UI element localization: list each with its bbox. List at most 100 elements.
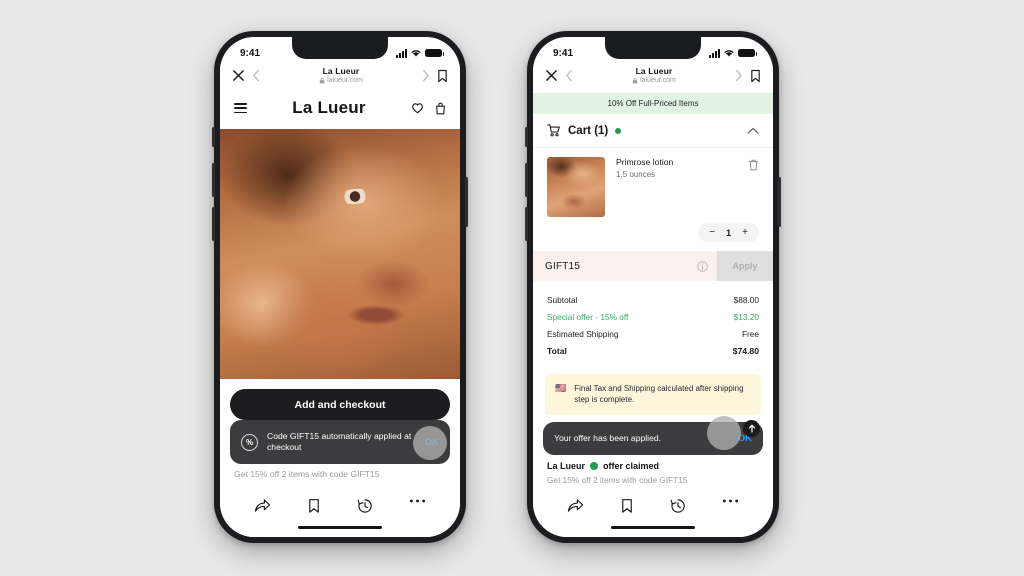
site-host: lalueur.com bbox=[327, 76, 363, 84]
browser-chrome-bar: La Lueur lalueur.com bbox=[220, 63, 460, 94]
bookmark-icon[interactable] bbox=[437, 69, 448, 83]
claim-title-row: La Lueur offer claimed bbox=[547, 461, 759, 471]
discount-code-row: GIFT15 Apply bbox=[533, 251, 773, 282]
toast-message: Your offer has been applied. bbox=[554, 432, 662, 443]
tax-note-text: Final Tax and Shipping calculated after … bbox=[574, 384, 744, 405]
summary-label: Total bbox=[547, 346, 567, 357]
phone-left: 9:41 La Lueur lalueur.com La Lueur Add a… bbox=[212, 31, 468, 543]
notch bbox=[292, 37, 388, 59]
address-bar[interactable]: La Lueur lalueur.com bbox=[581, 67, 727, 84]
summary-row-subtotal: Subtotal $88.00 bbox=[547, 295, 759, 305]
quantity-stepper[interactable]: − 1 + bbox=[698, 223, 759, 243]
cart-item-name: Primrose lotion bbox=[616, 157, 674, 168]
lock-icon bbox=[319, 77, 325, 84]
primrose-lotion-thumbnail[interactable] bbox=[547, 157, 605, 218]
status-time: 9:41 bbox=[553, 47, 574, 59]
offer-applied-toast: Your offer has been applied. OK bbox=[543, 422, 763, 455]
more-icon[interactable] bbox=[722, 498, 739, 504]
history-icon[interactable] bbox=[670, 498, 686, 514]
claim-detail: Get 15% off 2 items with code GIFT15 bbox=[547, 475, 688, 485]
status-icons bbox=[709, 48, 757, 58]
back-icon[interactable] bbox=[564, 69, 575, 82]
power-button[interactable] bbox=[465, 177, 468, 227]
status-icons bbox=[396, 48, 444, 58]
quantity-value: 1 bbox=[726, 227, 732, 238]
verified-check-icon bbox=[590, 462, 599, 470]
cta-container: Add and checkout bbox=[220, 379, 460, 421]
summary-value: $13.20 bbox=[733, 312, 759, 323]
volume-up-button[interactable] bbox=[212, 163, 215, 197]
scene: 9:41 La Lueur lalueur.com La Lueur Add a… bbox=[0, 0, 1024, 576]
cart-item-info: Primrose lotion 1.5 ounces bbox=[605, 157, 748, 217]
remove-item-button[interactable] bbox=[748, 157, 759, 217]
forward-icon[interactable] bbox=[733, 69, 744, 82]
history-icon[interactable] bbox=[357, 498, 373, 514]
cart-item-size: 1.5 ounces bbox=[616, 170, 656, 180]
offer-applied-toast: % Code GIFT15 automatically applied at c… bbox=[230, 420, 450, 464]
tax-shipping-note: 🇺🇸 Final Tax and Shipping calculated aft… bbox=[545, 374, 761, 415]
wifi-icon bbox=[724, 50, 734, 57]
summary-row-total: Total $74.80 bbox=[547, 346, 759, 356]
phone-right-screen: 9:41 La Lueur lalueur.com 10% Off Full-P… bbox=[533, 37, 773, 537]
lock-icon bbox=[632, 77, 638, 84]
forward-icon[interactable] bbox=[420, 69, 431, 82]
power-button[interactable] bbox=[778, 177, 781, 227]
volume-down-button[interactable] bbox=[525, 207, 528, 241]
cart-status-dot bbox=[615, 127, 622, 134]
address-bar[interactable]: La Lueur lalueur.com bbox=[268, 67, 414, 84]
status-time: 9:41 bbox=[240, 47, 261, 59]
summary-value: $88.00 bbox=[733, 295, 759, 306]
summary-value: Free bbox=[741, 329, 759, 340]
close-icon[interactable] bbox=[545, 69, 558, 82]
signal-bars-icon bbox=[396, 48, 407, 58]
summary-value: $74.80 bbox=[732, 346, 759, 357]
cart-header[interactable]: Cart (1) bbox=[533, 114, 773, 149]
mute-switch[interactable] bbox=[212, 127, 215, 147]
header-icons bbox=[411, 102, 446, 115]
summary-label: Estimated Shipping bbox=[547, 329, 619, 340]
close-icon[interactable] bbox=[232, 69, 245, 82]
discount-code-input[interactable]: GIFT15 bbox=[545, 261, 697, 272]
claim-merchant: La Lueur bbox=[547, 461, 586, 471]
mute-switch[interactable] bbox=[525, 127, 528, 147]
phone-left-screen: 9:41 La Lueur lalueur.com La Lueur Add a… bbox=[220, 37, 460, 537]
arrow-up-icon bbox=[748, 424, 755, 433]
chevron-up-icon[interactable] bbox=[747, 127, 759, 135]
bookmark-icon[interactable] bbox=[620, 498, 634, 514]
percent-badge-icon: % bbox=[241, 433, 258, 451]
notch bbox=[605, 37, 701, 59]
order-summary: Subtotal $88.00 Special offer - 15% off … bbox=[533, 281, 773, 368]
add-and-checkout-button[interactable]: Add and checkout bbox=[230, 389, 450, 421]
info-icon[interactable] bbox=[697, 261, 708, 272]
back-icon[interactable] bbox=[251, 69, 262, 82]
volume-up-button[interactable] bbox=[525, 163, 528, 197]
scroll-up-badge bbox=[743, 420, 760, 437]
bookmark-icon[interactable] bbox=[307, 498, 321, 514]
site-title: La Lueur bbox=[635, 66, 673, 76]
browser-tab-bar bbox=[220, 487, 460, 537]
shopping-bag-icon[interactable] bbox=[435, 102, 446, 115]
hamburger-icon[interactable] bbox=[234, 103, 247, 114]
brand-title: La Lueur bbox=[292, 98, 366, 118]
more-icon[interactable] bbox=[409, 498, 426, 504]
trash-icon bbox=[748, 160, 759, 171]
bookmark-icon[interactable] bbox=[750, 69, 761, 83]
heart-icon[interactable] bbox=[411, 102, 424, 114]
toast-ok-button[interactable]: OK bbox=[425, 437, 439, 448]
cart-line-item: Primrose lotion 1.5 ounces bbox=[533, 148, 773, 223]
summary-label: Subtotal bbox=[547, 295, 578, 306]
volume-down-button[interactable] bbox=[212, 207, 215, 241]
signal-bars-icon bbox=[709, 48, 720, 58]
offer-detail-text: Get 15% off 2 items with code GIFT15 bbox=[234, 469, 380, 479]
offer-claimed-block: La Lueur offer claimed Get 15% off 2 ite… bbox=[533, 461, 773, 485]
quantity-increase-button[interactable]: + bbox=[742, 227, 748, 238]
site-title: La Lueur bbox=[322, 66, 360, 76]
apply-discount-button[interactable]: Apply bbox=[717, 251, 773, 282]
site-host: lalueur.com bbox=[640, 76, 676, 84]
share-icon[interactable] bbox=[567, 498, 584, 514]
battery-icon bbox=[738, 49, 757, 57]
wifi-icon bbox=[411, 50, 421, 57]
share-icon[interactable] bbox=[254, 498, 271, 514]
cart-title: Cart (1) bbox=[568, 124, 609, 137]
quantity-decrease-button[interactable]: − bbox=[709, 227, 715, 238]
